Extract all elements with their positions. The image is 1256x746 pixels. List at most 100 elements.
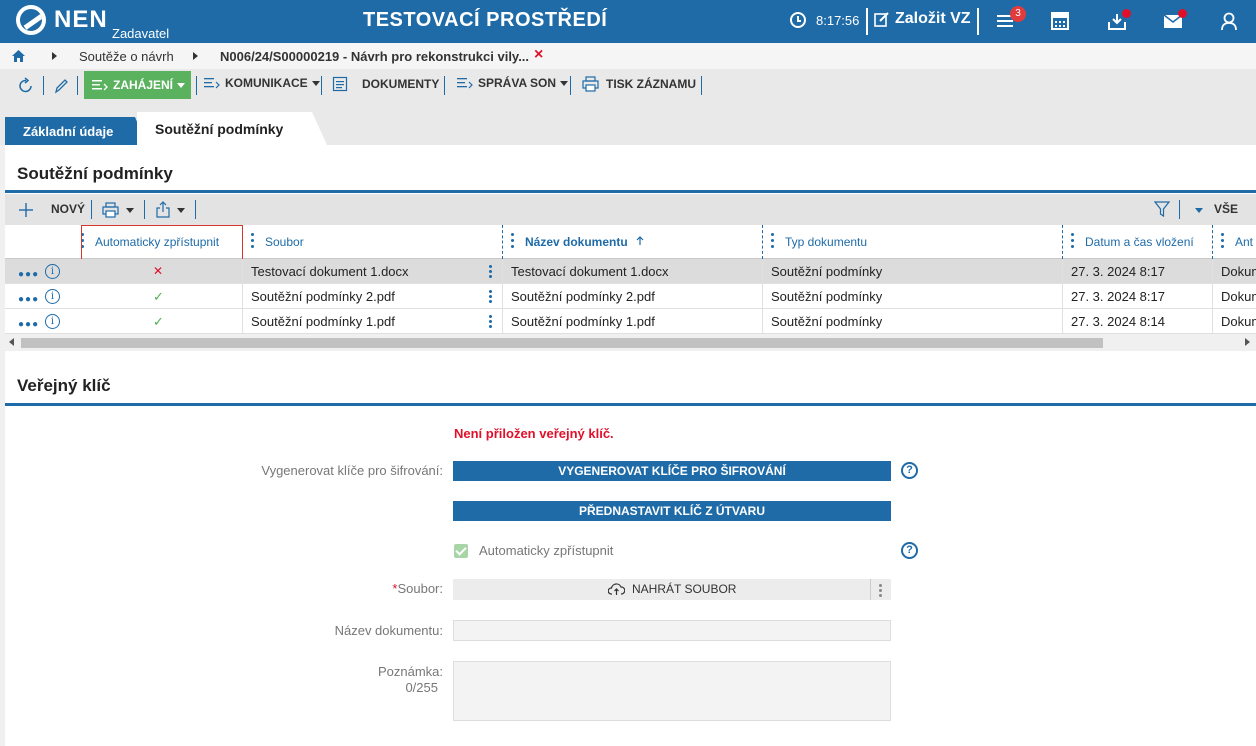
son-admin-menu-button[interactable]: SPRÁVA SON xyxy=(457,76,569,90)
column-menu-icon[interactable] xyxy=(1071,233,1074,249)
auto-publish-label: Automaticky zpřístupnit xyxy=(479,543,614,558)
column-document-type[interactable]: Typ dokumentu xyxy=(785,225,867,259)
create-tender-button[interactable]: Založit VZ xyxy=(874,10,971,28)
user-icon[interactable] xyxy=(1219,11,1239,31)
document-name-cell: Soutěžní podmínky 2.pdf xyxy=(511,289,655,304)
cell-menu-icon[interactable] xyxy=(489,265,492,280)
upload-date-cell: 27. 3. 2024 8:14 xyxy=(1071,314,1165,329)
documents-button[interactable]: DOKUMENTY xyxy=(332,76,439,92)
column-menu-icon[interactable] xyxy=(511,233,514,249)
communication-menu-button[interactable]: KOMUNIKACE xyxy=(204,76,320,90)
upload-menu-icon[interactable] xyxy=(879,584,882,599)
note-textarea[interactable] xyxy=(453,661,891,721)
grid-toolbar: NOVÝ VŠE xyxy=(5,194,1256,225)
tab-basic-info[interactable]: Základní údaje xyxy=(5,117,147,145)
section-underline xyxy=(5,403,1256,406)
upload-file-button[interactable]: NAHRÁT SOUBOR xyxy=(453,579,891,600)
print-icon xyxy=(582,76,599,92)
calculator-icon[interactable] xyxy=(1050,11,1070,31)
conditions-section-title: Soutěžní podmínky xyxy=(17,164,173,183)
cell-menu-icon[interactable] xyxy=(489,315,492,330)
filter-all-button[interactable]: VŠE xyxy=(1214,202,1238,216)
row-actions-icon[interactable]: ●●● xyxy=(18,319,39,330)
column-menu-icon[interactable] xyxy=(1221,233,1224,249)
document-type-cell: Soutěžní podmínky xyxy=(771,314,883,329)
divider xyxy=(444,76,445,95)
scrollbar-thumb[interactable] xyxy=(21,338,1103,348)
print-icon[interactable] xyxy=(102,202,119,218)
file-cell[interactable]: Testovací dokument 1.docx xyxy=(251,264,409,279)
cell-divider xyxy=(1062,284,1063,309)
pencil-icon[interactable] xyxy=(53,77,69,95)
start-menu-label: ZAHÁJENÍ xyxy=(113,78,174,92)
highlight-box xyxy=(81,225,243,260)
cell-menu-icon[interactable] xyxy=(489,290,492,305)
cell-divider xyxy=(1212,309,1213,334)
breadcrumb-item-competitions[interactable]: Soutěže o návrh xyxy=(79,49,174,64)
divider xyxy=(144,200,145,219)
section-underline xyxy=(5,190,1256,193)
info-icon[interactable]: i xyxy=(45,289,60,304)
cell-divider xyxy=(242,259,243,284)
column-menu-icon[interactable] xyxy=(251,233,254,249)
generate-keys-button[interactable]: VYGENEROVAT KLÍČE PRO ŠIFROVÁNÍ xyxy=(453,461,891,481)
cell-divider xyxy=(762,284,763,309)
logo-icon xyxy=(16,5,46,35)
chevron-down-icon[interactable] xyxy=(126,208,134,213)
refresh-icon[interactable] xyxy=(17,77,35,95)
document-type-cell: Soutěžní podmínky xyxy=(771,264,883,279)
cell-divider xyxy=(502,284,503,309)
logo-text: NEN xyxy=(54,6,108,33)
breadcrumb: Soutěže o návrh N006/24/S00000219 - Návr… xyxy=(0,43,1256,69)
row-actions-icon[interactable]: ●●● xyxy=(18,294,39,305)
scroll-left-icon[interactable] xyxy=(9,338,14,346)
info-icon[interactable]: i xyxy=(45,264,60,279)
tab-competition-conditions[interactable]: Soutěžní podmínky xyxy=(137,112,327,145)
filter-icon[interactable] xyxy=(1154,201,1170,218)
table-row[interactable]: ●●● i ✓ Soutěžní podmínky 1.pdf Soutěžní… xyxy=(5,309,1256,334)
chevron-down-icon[interactable] xyxy=(1195,208,1203,213)
help-icon[interactable]: ? xyxy=(901,542,918,559)
plus-icon[interactable] xyxy=(18,202,34,218)
column-extra[interactable]: Ant xyxy=(1235,225,1253,259)
divider xyxy=(866,8,868,35)
close-icon[interactable]: × xyxy=(534,46,543,64)
preset-key-button[interactable]: PŘEDNASTAVIT KLÍČ Z ÚTVARU xyxy=(453,501,891,521)
scroll-right-icon[interactable] xyxy=(1245,338,1250,346)
column-upload-date[interactable]: Datum a čas vložení xyxy=(1085,225,1194,259)
row-actions-icon[interactable]: ●●● xyxy=(18,269,39,280)
clock-icon xyxy=(790,12,806,28)
help-icon[interactable]: ? xyxy=(901,462,918,479)
print-record-button[interactable]: TISK ZÁZNAMU xyxy=(582,76,696,92)
cell-divider xyxy=(1062,259,1063,284)
divider xyxy=(321,76,322,95)
file-field-label-text: Soubor: xyxy=(397,581,443,596)
home-icon[interactable] xyxy=(12,50,25,62)
divider xyxy=(196,76,197,95)
column-document-name[interactable]: Název dokumentu xyxy=(525,225,645,259)
export-icon[interactable] xyxy=(155,201,171,218)
column-menu-icon[interactable] xyxy=(771,233,774,249)
new-document-button[interactable]: NOVÝ xyxy=(51,202,85,216)
nen-logo[interactable]: NEN xyxy=(16,5,108,35)
divider xyxy=(570,76,571,95)
start-menu-button[interactable]: ZAHÁJENÍ xyxy=(84,71,191,99)
document-name-input[interactable] xyxy=(453,620,891,641)
note-label: Poznámka: xyxy=(377,664,443,679)
table-row[interactable]: ●●● i ✓ Soutěžní podmínky 2.pdf Soutěžní… xyxy=(5,284,1256,309)
upload-file-label: NAHRÁT SOUBOR xyxy=(632,582,737,596)
horizontal-scrollbar[interactable] xyxy=(5,334,1256,351)
file-field-label: *Soubor: xyxy=(305,581,443,596)
cell-divider xyxy=(242,309,243,334)
file-cell[interactable]: Soutěžní podmínky 1.pdf xyxy=(251,314,395,329)
breadcrumb-item-current[interactable]: N006/24/S00000219 - Návrh pro rekonstruk… xyxy=(220,49,529,64)
auto-publish-checkbox[interactable] xyxy=(454,544,468,558)
chevron-down-icon[interactable] xyxy=(177,208,185,213)
info-icon[interactable]: i xyxy=(45,314,60,329)
cell-divider xyxy=(502,259,503,284)
inbox-alert-dot xyxy=(1122,9,1131,18)
column-file[interactable]: Soubor xyxy=(265,225,304,259)
table-row[interactable]: ●●● i ✕ Testovací dokument 1.docx Testov… xyxy=(5,259,1256,284)
session-time: 8:17:56 xyxy=(816,12,860,28)
file-cell[interactable]: Soutěžní podmínky 2.pdf xyxy=(251,289,395,304)
